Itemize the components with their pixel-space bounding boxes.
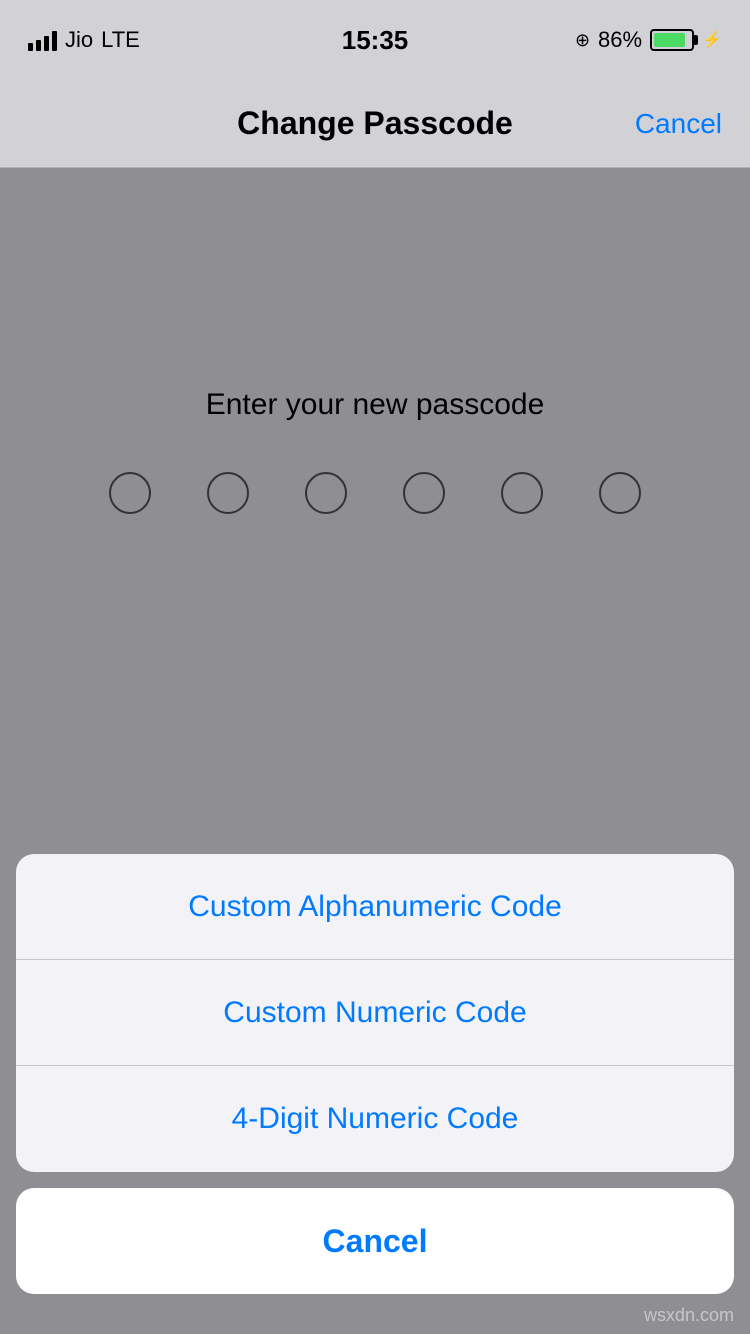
four-digit-numeric-button[interactable]: 4-Digit Numeric Code	[16, 1066, 734, 1172]
passcode-dots-row	[109, 472, 641, 514]
action-sheet-cancel-button[interactable]: Cancel	[16, 1188, 734, 1294]
action-sheet-backdrop: Custom Alphanumeric Code Custom Numeric …	[0, 854, 750, 1334]
passcode-dot-6	[599, 472, 641, 514]
passcode-dot-4	[403, 472, 445, 514]
passcode-dot-3	[305, 472, 347, 514]
action-sheet-cancel-container: Cancel	[16, 1188, 734, 1294]
carrier-label: Jio	[65, 27, 93, 53]
battery-body	[650, 29, 694, 51]
signal-bars-icon	[28, 29, 57, 51]
page-title: Change Passcode	[237, 105, 513, 142]
nav-bar: Change Passcode Cancel	[0, 80, 750, 168]
charging-bolt-icon: ⚡	[702, 30, 722, 50]
location-icon: ⊕	[575, 30, 590, 51]
status-bar: Jio LTE 15:35 ⊕ 86% ⚡	[0, 0, 750, 80]
status-left: Jio LTE	[28, 27, 140, 53]
watermark: wsxdn.com	[644, 1305, 734, 1326]
passcode-prompt-label: Enter your new passcode	[206, 388, 545, 422]
custom-numeric-button[interactable]: Custom Numeric Code	[16, 960, 734, 1066]
nav-cancel-button[interactable]: Cancel	[635, 108, 722, 140]
passcode-dot-1	[109, 472, 151, 514]
battery-fill	[654, 33, 685, 47]
battery-icon	[650, 29, 694, 51]
custom-alphanumeric-button[interactable]: Custom Alphanumeric Code	[16, 854, 734, 960]
battery-percent-label: 86%	[598, 27, 642, 53]
status-right: ⊕ 86% ⚡	[575, 27, 722, 53]
passcode-dot-2	[207, 472, 249, 514]
main-content: Enter your new passcode Passcode Options…	[0, 168, 750, 1334]
action-sheet: Custom Alphanumeric Code Custom Numeric …	[16, 854, 734, 1172]
time-label: 15:35	[342, 25, 409, 56]
network-label: LTE	[101, 27, 140, 53]
passcode-dot-5	[501, 472, 543, 514]
